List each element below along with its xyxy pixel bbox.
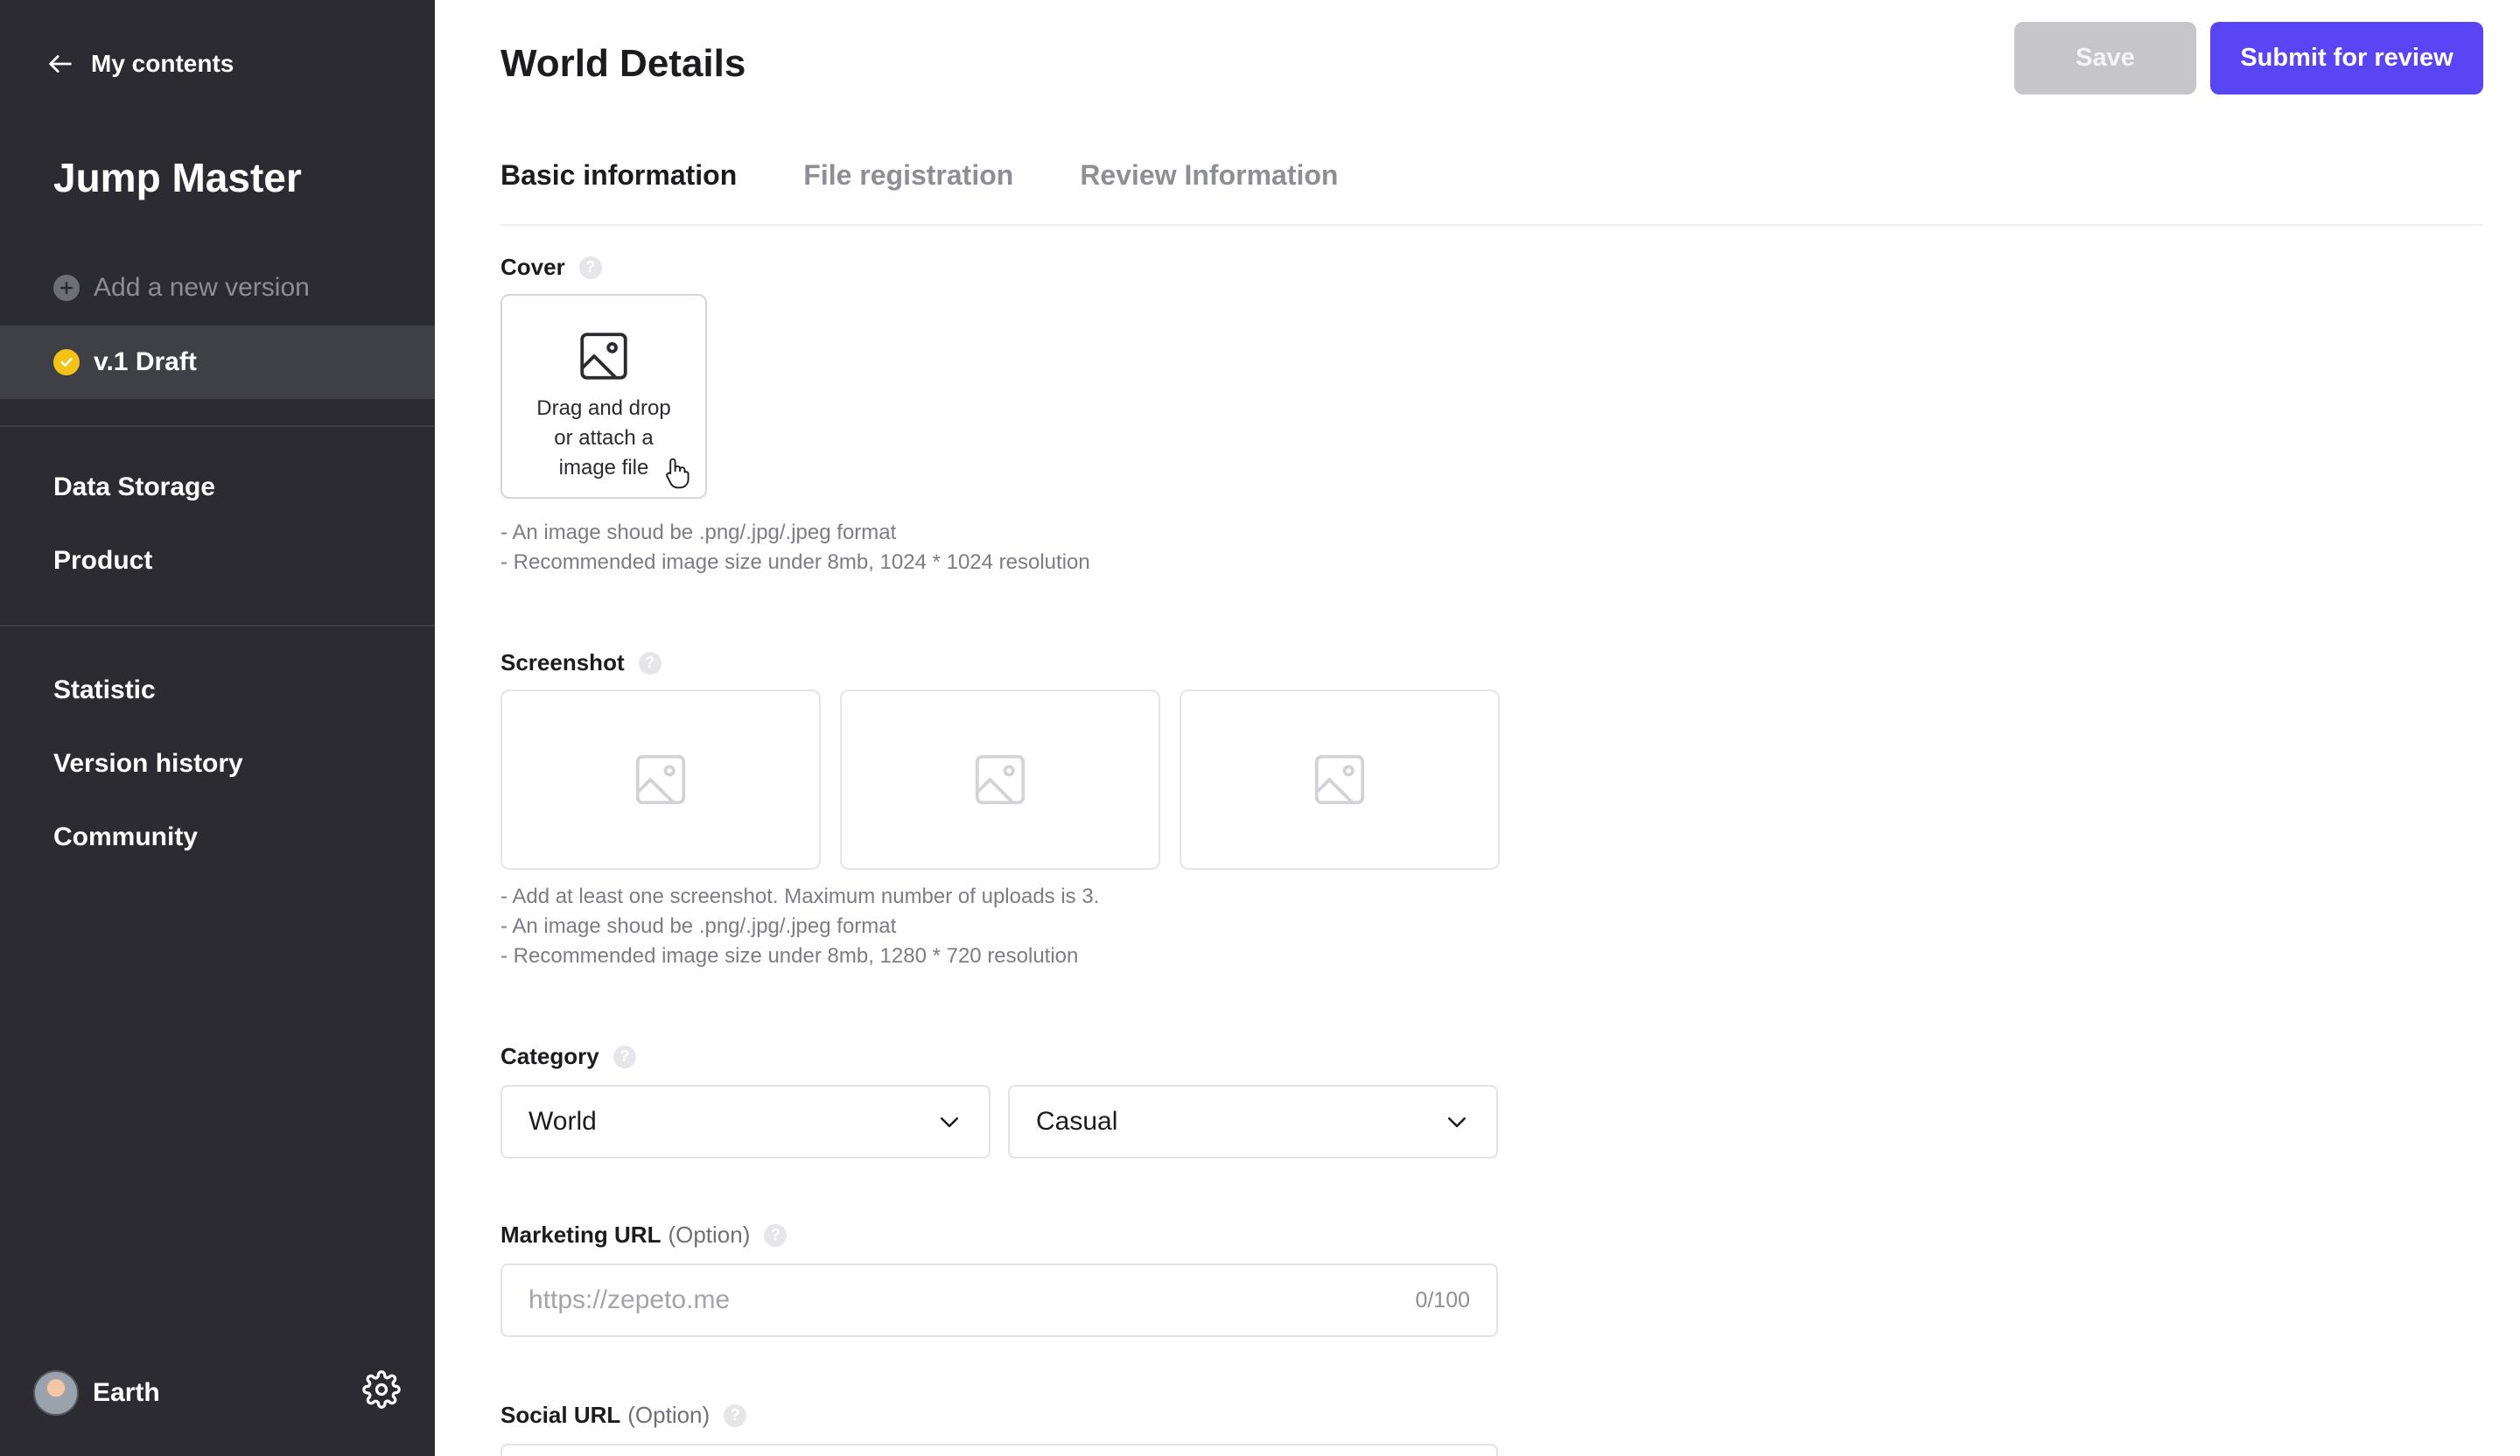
category-primary-select[interactable]: World (500, 1085, 990, 1158)
app-title: Jump Master (53, 155, 302, 200)
version-item-v1-draft[interactable]: v.1 Draft (0, 326, 435, 399)
category-secondary-value: Casual (1036, 1107, 1118, 1136)
page-title: World Details (500, 42, 746, 85)
avatar (33, 1370, 79, 1416)
screenshot-hint-2: - An image shoud be .png/.jpg/.jpeg form… (500, 914, 897, 938)
help-icon[interactable]: ? (638, 651, 662, 675)
category-label: Category ? (500, 1043, 636, 1070)
tab-basic-information[interactable]: Basic information (500, 159, 737, 192)
sidebar-item-statistic[interactable]: Statistic (53, 676, 156, 705)
chevron-down-icon (1448, 1117, 1466, 1128)
add-version-label: Add a new version (94, 273, 310, 302)
chevron-down-icon (941, 1117, 958, 1128)
marketing-url-option-text: (Option) (668, 1222, 751, 1248)
user-profile[interactable]: Earth (33, 1370, 160, 1416)
image-placeholder-icon (975, 754, 1026, 805)
cover-hint-2: - Recommended image size under 8mb, 1024… (500, 550, 1090, 574)
screenshot-hint-1: - Add at least one screenshot. Maximum n… (500, 885, 1100, 908)
sidebar-item-community[interactable]: Community (53, 822, 198, 852)
social-url-label-text: Social URL (500, 1402, 621, 1428)
marketing-url-counter: 0/100 (1415, 1287, 1470, 1312)
sidebar-item-data-storage[interactable]: Data Storage (53, 472, 215, 502)
category-secondary-select[interactable]: Casual (1008, 1085, 1498, 1158)
help-icon[interactable]: ? (578, 256, 602, 279)
screenshot-label: Screenshot ? (500, 649, 662, 676)
sidebar-item-product[interactable]: Product (53, 546, 152, 576)
image-placeholder-icon (635, 754, 686, 805)
plus-circle-icon (53, 275, 80, 301)
marketing-url-label: Marketing URL (Option) ? (500, 1222, 788, 1249)
cover-label: Cover ? (500, 254, 602, 281)
sidebar-item-version-history[interactable]: Version history (53, 749, 243, 779)
category-primary-value: World (528, 1107, 597, 1136)
image-placeholder-icon (1314, 754, 1365, 805)
arrow-left-icon (49, 55, 72, 73)
cover-hint-1: - An image shoud be .png/.jpg/.jpeg form… (500, 521, 897, 544)
screenshot-hint-3: - Recommended image size under 8mb, 1280… (500, 944, 1079, 968)
cover-dropzone-text: Drag and drop or attach a image file (536, 396, 671, 480)
version-label: v.1 Draft (94, 347, 197, 376)
save-button[interactable]: Save (2014, 22, 2196, 94)
hand-pointer-icon (666, 458, 690, 489)
tab-file-registration[interactable]: File registration (803, 159, 1013, 192)
tab-divider (500, 224, 2483, 226)
check-circle-icon (53, 349, 80, 375)
cover-label-text: Cover (500, 254, 565, 280)
sidebar-divider (0, 625, 435, 626)
help-icon[interactable]: ? (764, 1223, 788, 1247)
sidebar-divider (0, 425, 435, 427)
social-url-input[interactable] (500, 1444, 1498, 1456)
marketing-url-field: 0/100 (500, 1264, 1498, 1337)
help-icon[interactable]: ? (612, 1045, 636, 1068)
screenshot-slot-1[interactable] (500, 690, 821, 870)
submit-for-review-button[interactable]: Submit for review (2210, 22, 2483, 94)
tab-review-information[interactable]: Review Information (1080, 159, 1338, 192)
back-to-my-contents-link[interactable]: My contents (46, 49, 234, 79)
marketing-url-input[interactable] (528, 1285, 1316, 1315)
social-url-option-text: (Option) (627, 1402, 710, 1428)
marketing-url-label-text: Marketing URL (500, 1222, 662, 1248)
sidebar: My contents Jump Master Add a new versio… (0, 0, 435, 1456)
user-name: Earth (93, 1378, 160, 1407)
help-icon[interactable]: ? (724, 1404, 747, 1427)
gear-icon[interactable] (362, 1370, 401, 1409)
category-label-text: Category (500, 1043, 599, 1069)
tab-bar: Basic information File registration Revi… (500, 159, 1338, 192)
back-label: My contents (91, 50, 234, 77)
screenshot-label-text: Screenshot (500, 649, 625, 676)
screenshot-slot-2[interactable] (840, 690, 1160, 870)
add-version-button[interactable]: Add a new version (53, 273, 310, 303)
social-url-label: Social URL (Option) ? (500, 1402, 747, 1429)
screenshot-slot-3[interactable] (1180, 690, 1500, 870)
image-icon (580, 332, 627, 380)
